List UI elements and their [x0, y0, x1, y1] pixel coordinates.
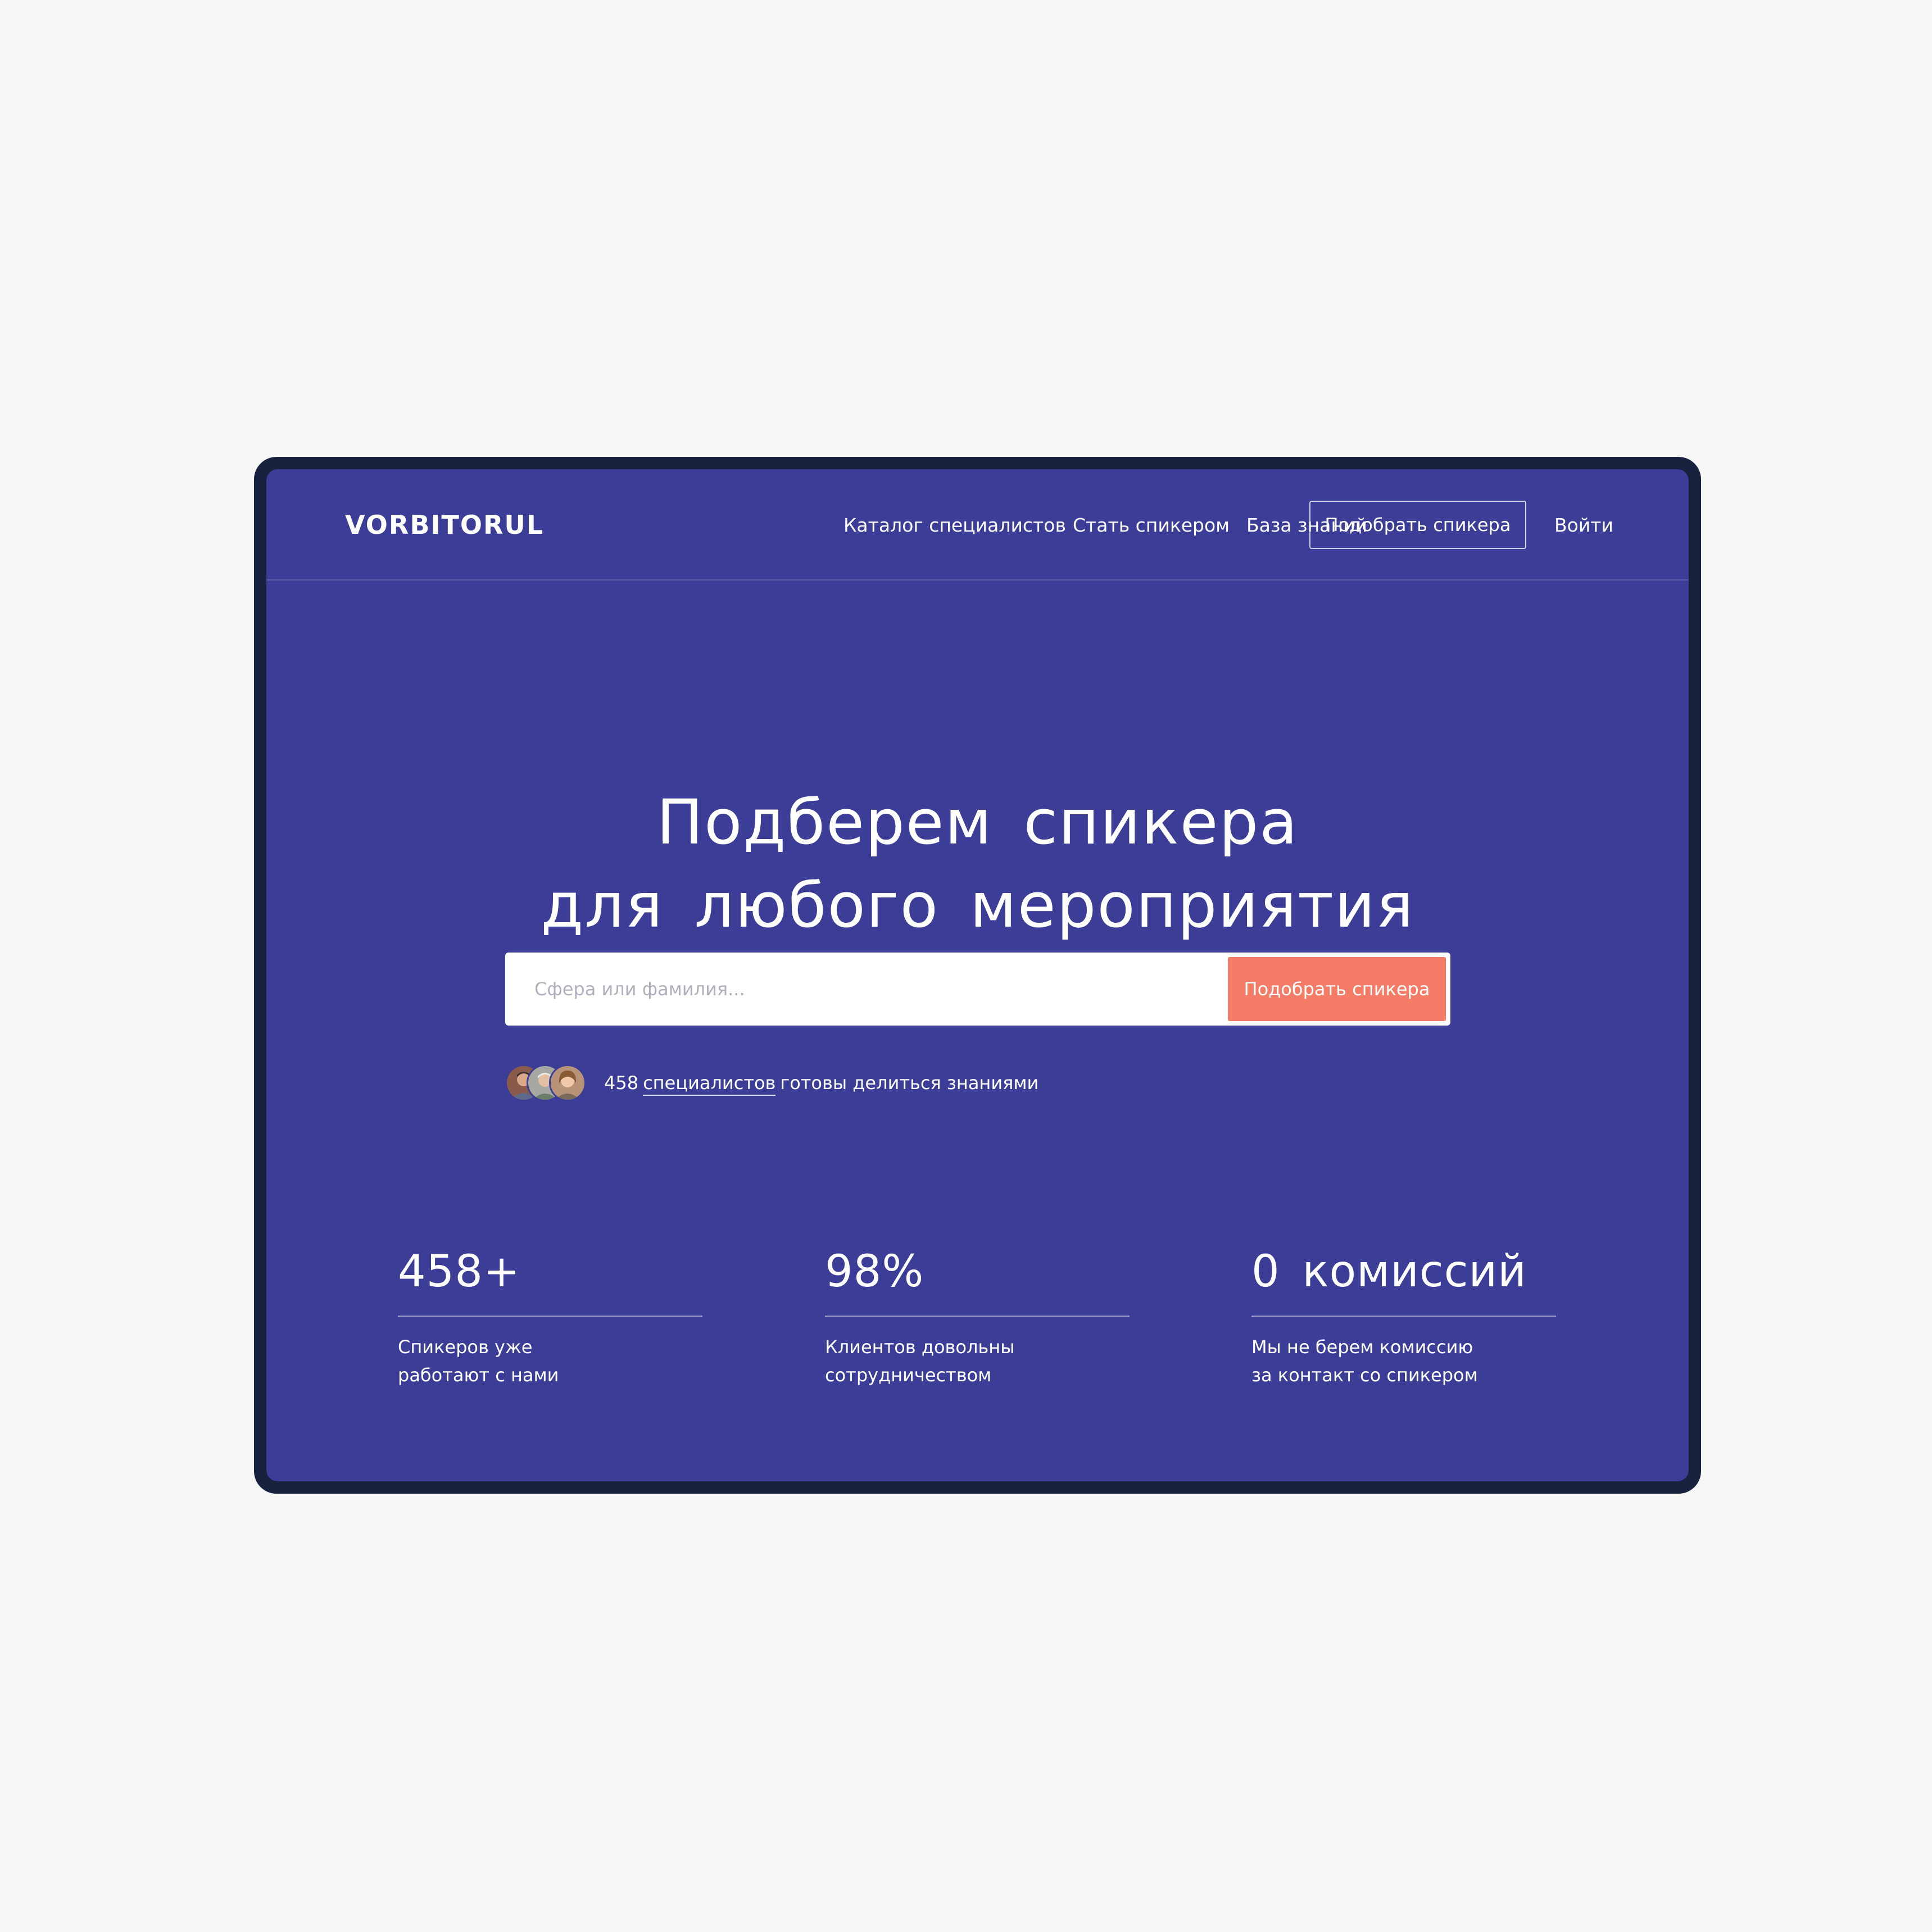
- stat-description: Мы не берем комиссию за контакт со спике…: [1251, 1333, 1556, 1389]
- search-input[interactable]: [505, 953, 1222, 1026]
- social-proof-text: 458 специалистов готовы делиться знаниями: [604, 1071, 1039, 1096]
- stat-satisfaction: 98% Клиентов довольны сотрудничеством: [825, 1245, 1130, 1389]
- device-frame: VORBITORUL Каталог специалистов Стать сп…: [254, 457, 1701, 1494]
- specialists-count: 458: [604, 1072, 639, 1094]
- logo[interactable]: VORBITORUL: [345, 509, 544, 541]
- stat-value: 0 комиссий: [1251, 1246, 1527, 1297]
- nav-link-become-speaker[interactable]: Стать спикером: [1073, 513, 1230, 538]
- search-bar: Подобрать спикера: [505, 953, 1450, 1026]
- stat-divider: [825, 1316, 1130, 1317]
- stat-description-line: Спикеров уже: [398, 1336, 533, 1358]
- stat-description-line: Мы не берем комиссию: [1251, 1336, 1473, 1358]
- stat-description: Клиентов довольны сотрудничеством: [825, 1333, 1130, 1389]
- landing-screen: VORBITORUL Каталог специалистов Стать сп…: [266, 469, 1689, 1481]
- specialists-link[interactable]: специалистов: [643, 1072, 776, 1096]
- stat-description-line: работают с нами: [398, 1364, 559, 1386]
- social-proof: 458 специалистов готовы делиться знаниями: [505, 1062, 1038, 1104]
- stat-description-line: сотрудничеством: [825, 1364, 992, 1386]
- site-header: VORBITORUL Каталог специалистов Стать сп…: [266, 469, 1689, 580]
- nav-link-catalog[interactable]: Каталог специалистов: [843, 513, 1066, 538]
- search-find-speaker-button[interactable]: Подобрать спикера: [1228, 957, 1446, 1021]
- stat-divider: [398, 1316, 702, 1317]
- login-link[interactable]: Войти: [1554, 513, 1613, 538]
- avatar-person-3-icon: [549, 1064, 586, 1101]
- stat-speakers: 458+ Спикеров уже работают с нами: [398, 1245, 702, 1389]
- hero-title-line-2: для любого мероприятия: [541, 869, 1414, 941]
- hero-title-line-1: Подберем спикера: [656, 786, 1299, 858]
- social-proof-suffix: готовы делиться знаниями: [780, 1072, 1039, 1094]
- stat-description-line: за контакт со спикером: [1251, 1364, 1478, 1386]
- header-find-speaker-button[interactable]: Подобрать спикера: [1309, 501, 1526, 549]
- stat-commission: 0 комиссий Мы не берем комиссию за конта…: [1251, 1245, 1556, 1389]
- stat-description: Спикеров уже работают с нами: [398, 1333, 702, 1389]
- hero-title: Подберем спикера для любого мероприятия: [266, 781, 1689, 947]
- avatar-group: [505, 1063, 589, 1103]
- stat-value: 98%: [825, 1246, 924, 1297]
- stat-description-line: Клиентов довольны: [825, 1336, 1015, 1358]
- stat-divider: [1251, 1316, 1556, 1317]
- stat-value: 458+: [398, 1246, 521, 1297]
